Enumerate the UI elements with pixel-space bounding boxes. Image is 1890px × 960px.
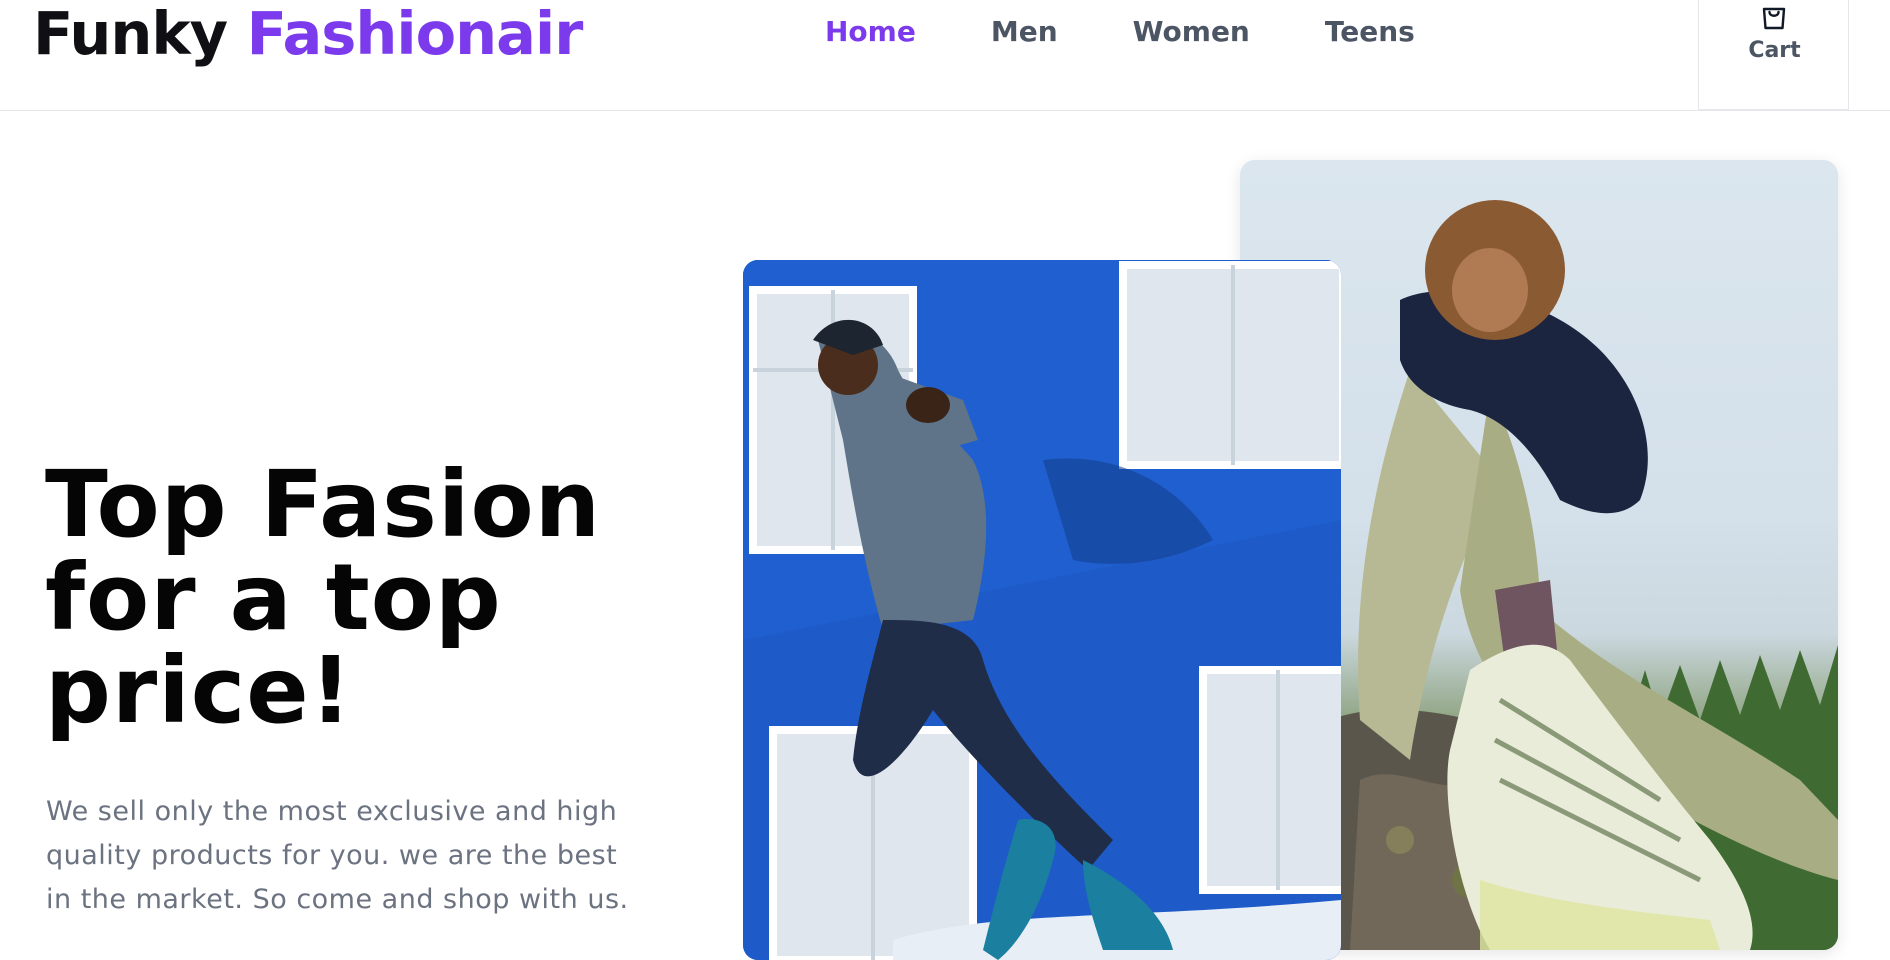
nav-item-women[interactable]: Women [1133,12,1250,52]
nav-item-teens[interactable]: Teens [1325,12,1415,52]
hero-description: We sell only the most exclusive and high… [46,796,629,915]
hero-title: Top Fasion for a top price! [45,451,602,744]
shopping-bag-icon [1762,7,1786,30]
cart-button[interactable]: Cart [1698,0,1849,110]
photo-runner-illustration [743,260,1341,960]
brand-name-part2: Fashionair [246,0,584,68]
hero-image-runner [743,260,1341,960]
site-header: Funky Fashionair Home Men Women Teens Ca… [0,0,1890,111]
nav-item-men[interactable]: Men [991,12,1058,52]
brand-name-part1: Funky [33,0,228,68]
cart-label: Cart [1748,38,1801,63]
brand-logo[interactable]: Funky Fashionair [33,0,584,68]
main-nav: Home Men Women Teens [825,12,1415,52]
nav-item-home[interactable]: Home [825,12,916,52]
